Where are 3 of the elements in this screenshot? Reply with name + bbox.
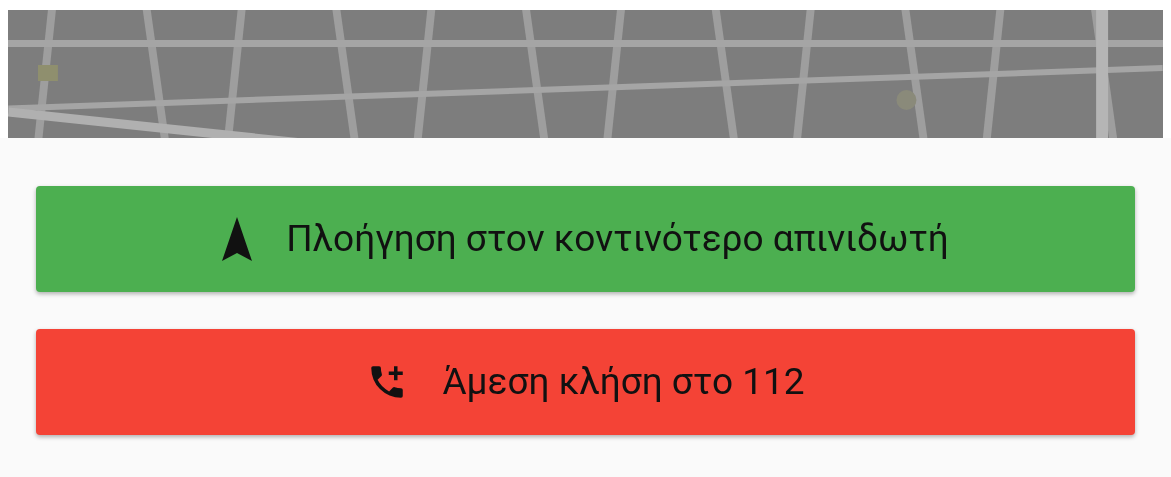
call-button[interactable]: Άμεση κλήση στο 112 bbox=[36, 329, 1135, 435]
navigate-button[interactable]: Πλοήγηση στον κοντινότερο απινιδωτή bbox=[36, 186, 1135, 292]
navigation-arrow-icon bbox=[222, 217, 253, 261]
